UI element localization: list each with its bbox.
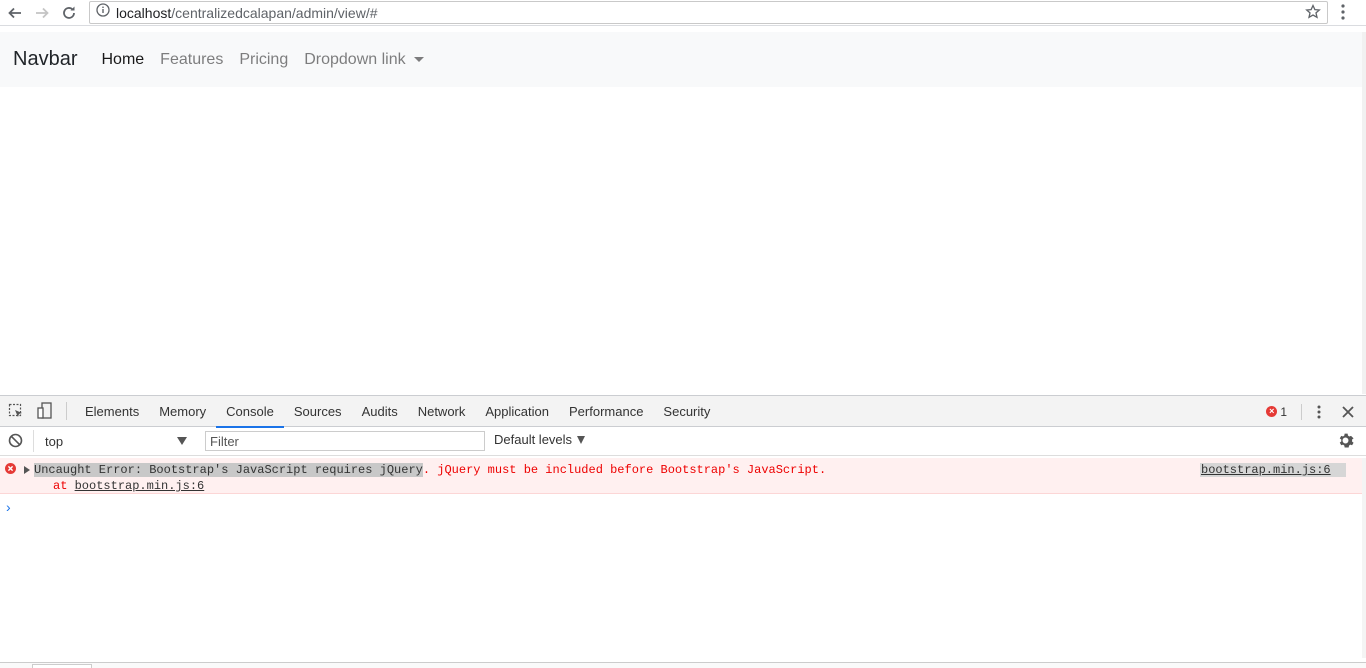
info-icon[interactable] bbox=[96, 3, 110, 22]
levels-label: Default levels bbox=[494, 432, 573, 447]
context-value: top bbox=[45, 433, 64, 449]
error-count: 1 bbox=[1280, 404, 1287, 419]
tab-audits[interactable]: Audits bbox=[352, 396, 408, 427]
browser-menu-icon[interactable] bbox=[1340, 3, 1346, 26]
caret-down-icon bbox=[413, 56, 424, 62]
url-path: /centralizedcalapan/admin/view/# bbox=[171, 4, 378, 21]
error-text-rest: . jQuery must be included before Bootstr… bbox=[422, 463, 827, 477]
tab-sources[interactable]: Sources bbox=[284, 396, 352, 427]
tab-elements[interactable]: Elements bbox=[75, 396, 149, 427]
tab-memory[interactable]: Memory bbox=[149, 396, 216, 427]
error-text-highlighted: Uncaught Error: Bootstrap's JavaScript r… bbox=[34, 463, 423, 477]
bookmark-star-icon[interactable] bbox=[1305, 3, 1321, 25]
console-scrollbar[interactable] bbox=[1362, 458, 1366, 658]
site-navbar: Navbar Home Features Pricing Dropdown li… bbox=[0, 32, 1366, 87]
stack-prefix: at bbox=[53, 479, 75, 493]
console-toolbar: top Default levels bbox=[0, 427, 1366, 456]
error-stack-line: at bootstrap.min.js:6 bbox=[53, 479, 204, 493]
forward-icon[interactable] bbox=[30, 1, 54, 25]
tab-performance[interactable]: Performance bbox=[559, 396, 653, 427]
toolbar-divider bbox=[66, 402, 67, 420]
gear-icon[interactable] bbox=[1337, 432, 1354, 454]
error-text: Uncaught Error: Bootstrap's JavaScript r… bbox=[34, 463, 826, 477]
devtools-tabbar: Elements Memory Console Sources Audits N… bbox=[0, 396, 1366, 428]
error-counter[interactable]: × 1 bbox=[1266, 405, 1287, 419]
expand-triangle-icon[interactable] bbox=[24, 466, 30, 474]
nav-link-pricing[interactable]: Pricing bbox=[239, 51, 288, 69]
tab-console[interactable]: Console bbox=[216, 396, 284, 428]
console-filter-input[interactable] bbox=[205, 431, 485, 451]
dropdown-arrow-icon bbox=[177, 437, 187, 445]
context-selector[interactable]: top bbox=[33, 430, 193, 452]
error-badge-icon: × bbox=[1266, 406, 1278, 417]
nav-link-features[interactable]: Features bbox=[160, 51, 223, 69]
dropdown-arrow-icon bbox=[577, 435, 586, 444]
log-levels-dropdown[interactable]: Default levels bbox=[494, 432, 586, 447]
nav-link-home[interactable]: Home bbox=[101, 51, 144, 69]
divider bbox=[1301, 403, 1302, 420]
error-icon bbox=[5, 463, 16, 478]
error-source-link[interactable]: bootstrap.min.js:6 bbox=[1200, 463, 1346, 477]
console-error-message: Uncaught Error: Bootstrap's JavaScript r… bbox=[0, 458, 1362, 494]
tab-network[interactable]: Network bbox=[408, 396, 476, 427]
devtools-panel: Elements Memory Console Sources Audits N… bbox=[0, 395, 1366, 668]
drawer-bar bbox=[0, 662, 1366, 668]
inspect-element-icon[interactable] bbox=[3, 398, 29, 424]
console-prompt[interactable]: › bbox=[6, 499, 11, 515]
nav-dropdown-link[interactable]: Dropdown link bbox=[304, 50, 424, 69]
navbar-brand[interactable]: Navbar bbox=[13, 48, 77, 71]
address-bar[interactable]: localhost /centralizedcalapan/admin/view… bbox=[89, 1, 1328, 24]
url-host: localhost bbox=[116, 4, 172, 21]
page-scrollbar[interactable] bbox=[1362, 32, 1366, 394]
drawer-tab[interactable] bbox=[32, 664, 92, 668]
tab-application[interactable]: Application bbox=[475, 396, 559, 427]
clear-console-icon[interactable] bbox=[8, 433, 23, 448]
back-icon[interactable] bbox=[3, 1, 27, 25]
nav-dropdown-label: Dropdown link bbox=[304, 50, 406, 68]
device-toolbar-icon[interactable] bbox=[32, 398, 58, 424]
devtools-right-controls: × 1 bbox=[1266, 396, 1366, 427]
stack-source-link[interactable]: bootstrap.min.js:6 bbox=[75, 479, 205, 493]
close-icon[interactable] bbox=[1342, 405, 1354, 418]
devtools-menu-icon[interactable] bbox=[1316, 404, 1322, 420]
reload-icon[interactable] bbox=[57, 1, 81, 25]
tab-security[interactable]: Security bbox=[653, 396, 720, 427]
browser-toolbar: localhost /centralizedcalapan/admin/view… bbox=[0, 0, 1366, 26]
